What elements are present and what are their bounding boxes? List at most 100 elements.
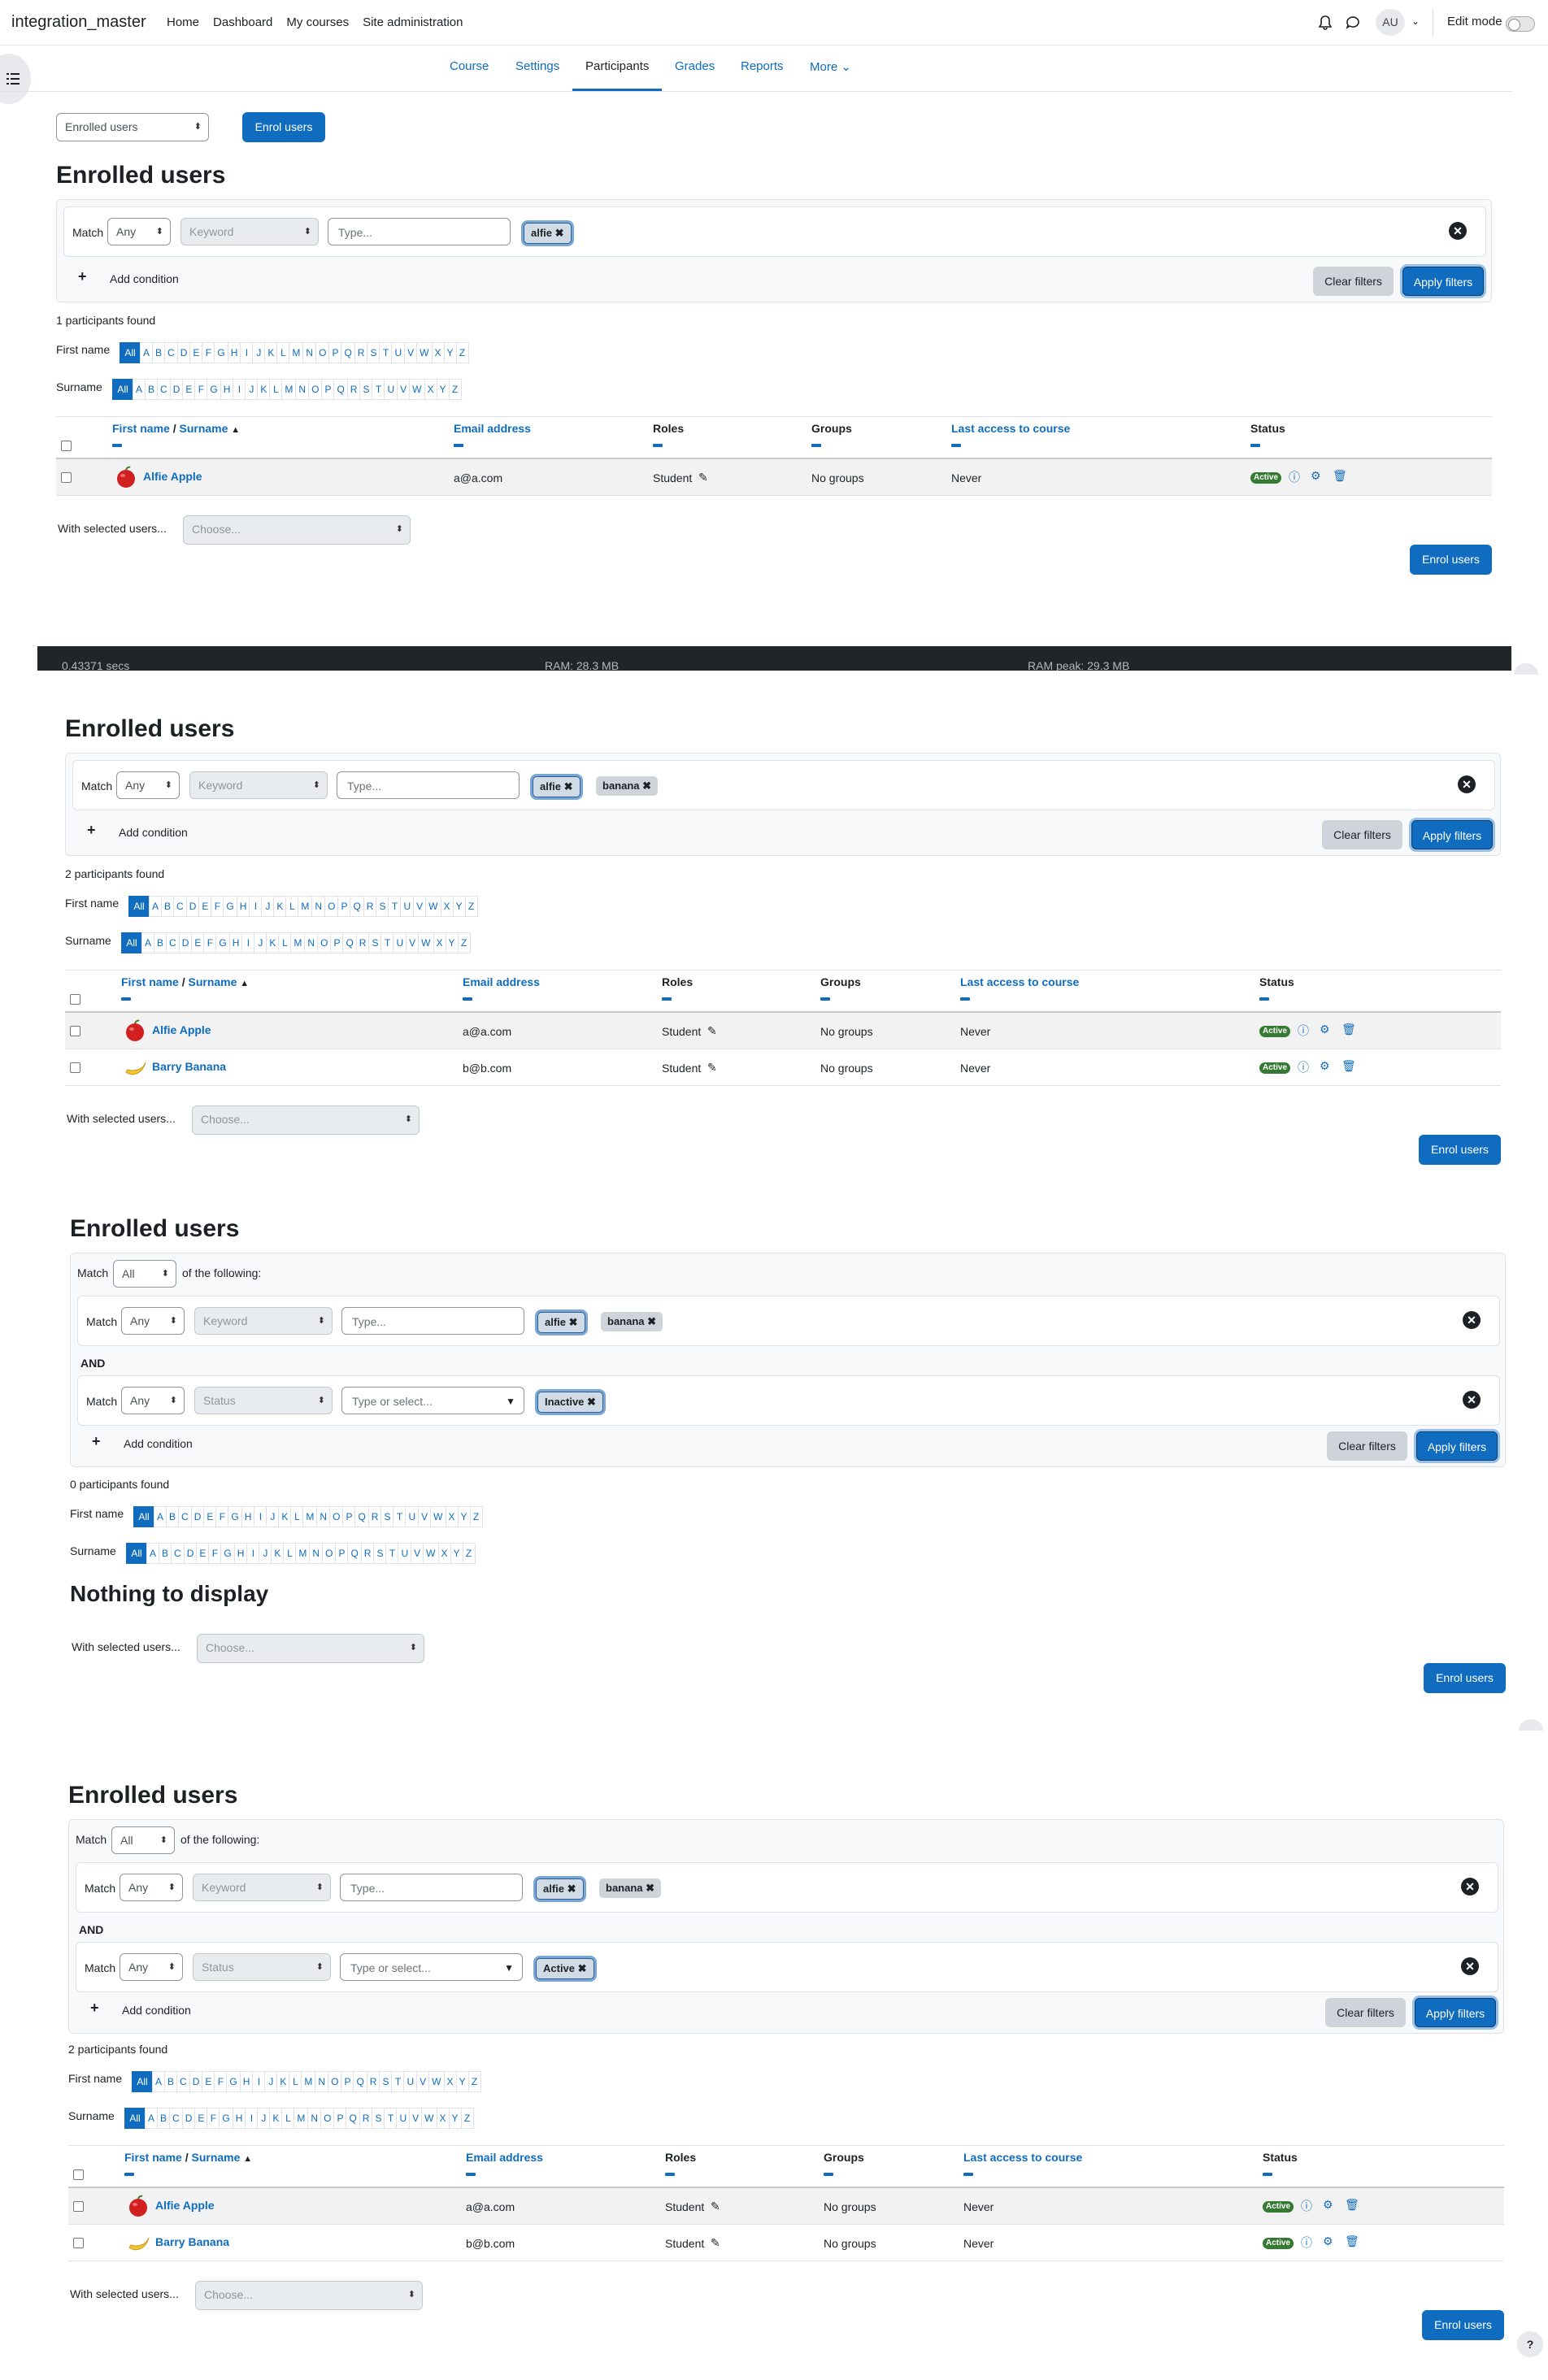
initial-letter-button[interactable]: W (421, 2108, 437, 2129)
collapse-column-icon[interactable] (1250, 444, 1260, 447)
initial-letter-button[interactable]: V (413, 896, 427, 917)
gear-icon[interactable]: ⚙ (1323, 2235, 1333, 2248)
filter-tag-banana[interactable]: banana ✖ (596, 776, 659, 796)
remove-filter-row-icon[interactable]: ✕ (1458, 775, 1476, 793)
enrol-users-button-bottom[interactable]: Enrol users (1422, 2310, 1504, 2340)
initial-letter-button[interactable]: G (207, 379, 221, 400)
initial-letter-button[interactable]: V (418, 1506, 432, 1527)
user-avatar[interactable]: AU (1376, 9, 1405, 36)
keyword-input[interactable]: Type... (340, 1874, 523, 1901)
edit-roles-pencil-icon[interactable]: ✎ (711, 2200, 720, 2213)
initial-letter-button[interactable]: W (418, 932, 434, 953)
initial-letter-button[interactable]: W (428, 2071, 445, 2092)
initial-letter-button[interactable]: L (276, 342, 290, 363)
remove-tag-icon[interactable]: ✖ (587, 1396, 596, 1408)
add-icon[interactable]: + (87, 822, 96, 839)
initial-letter-button[interactable]: V (409, 2108, 423, 2129)
user-name-link[interactable]: Alfie Apple (155, 2199, 215, 2212)
match-all-select[interactable]: All (111, 1826, 175, 1854)
initial-letter-button[interactable]: P (330, 932, 344, 953)
column-header-email[interactable]: Email address (466, 2151, 543, 2164)
row-checkbox[interactable] (73, 2201, 84, 2212)
column-header-email[interactable]: Email address (463, 975, 540, 988)
initial-letter-button[interactable]: O (328, 2071, 342, 2092)
add-icon[interactable]: + (92, 1433, 101, 1450)
info-icon[interactable]: ⓘ (1301, 2235, 1312, 2251)
filter-type-select[interactable]: Keyword (189, 771, 328, 799)
initial-letter-button[interactable]: D (189, 2071, 203, 2092)
initial-letter-button[interactable]: L (283, 1543, 297, 1564)
filter-type-select[interactable]: Keyword (193, 1874, 331, 1901)
initial-letter-button[interactable]: F (202, 342, 215, 363)
initial-letter-button[interactable]: Y (452, 896, 466, 917)
edit-roles-pencil-icon[interactable]: ✎ (707, 1061, 717, 1075)
help-icon[interactable]: ? (1517, 2331, 1543, 2357)
initial-letter-button[interactable]: Z (455, 342, 469, 363)
initial-letter-button[interactable]: G (214, 342, 228, 363)
initial-letter-button[interactable]: P (341, 2071, 354, 2092)
match-any-select[interactable]: Any (121, 1307, 185, 1335)
user-name-link[interactable]: Alfie Apple (152, 1023, 211, 1036)
initial-letter-button[interactable]: I (254, 1506, 267, 1527)
collapse-column-icon[interactable] (653, 444, 663, 447)
collapse-column-icon[interactable] (121, 997, 131, 1001)
info-icon[interactable]: ⓘ (1298, 1059, 1309, 1075)
collapse-column-icon[interactable] (124, 2173, 134, 2176)
edit-mode-toggle[interactable] (1506, 16, 1535, 32)
initial-letter-button[interactable]: A (145, 2108, 159, 2129)
initial-letter-button[interactable]: O (315, 342, 330, 363)
initial-letter-button[interactable]: E (194, 2108, 208, 2129)
initial-letter-button[interactable]: F (203, 932, 217, 953)
remove-tag-icon[interactable]: ✖ (555, 227, 564, 239)
add-icon[interactable]: + (90, 2000, 99, 2017)
trash-icon[interactable]: 🗑 (1341, 1059, 1356, 1073)
collapse-column-icon[interactable] (665, 2173, 675, 2176)
trash-icon[interactable]: 🗑 (1341, 1023, 1356, 1036)
initial-letter-button[interactable]: I (252, 2071, 266, 2092)
initial-letter-button[interactable]: O (317, 932, 332, 953)
initial-letter-button[interactable]: G (220, 1543, 235, 1564)
trash-icon[interactable]: 🗑 (1345, 2235, 1359, 2248)
initial-letter-button[interactable]: T (372, 379, 385, 400)
sort-surname-link[interactable]: Surname (179, 422, 228, 435)
user-name-link[interactable]: Barry Banana (155, 2235, 229, 2248)
initial-letter-button[interactable]: X (431, 342, 445, 363)
initial-letter-button[interactable]: A (146, 1543, 160, 1564)
initial-letter-button[interactable]: X (440, 896, 454, 917)
initial-letter-button[interactable]: J (261, 896, 275, 917)
edit-roles-pencil-icon[interactable]: ✎ (707, 1024, 717, 1038)
initial-letter-button[interactable]: L (290, 1506, 304, 1527)
remove-tag-icon[interactable]: ✖ (646, 1882, 654, 1894)
initial-letter-button[interactable]: W (425, 896, 441, 917)
enrolled-users-select[interactable]: Enrolled users (56, 113, 209, 141)
user-name-link[interactable]: Alfie Apple (143, 470, 202, 483)
initial-letter-button[interactable]: D (169, 379, 184, 400)
initial-letter-button[interactable]: R (354, 342, 368, 363)
initial-letter-button[interactable]: N (309, 1543, 324, 1564)
tab-course[interactable]: Course (450, 59, 489, 73)
initial-letter-button[interactable]: I (233, 379, 246, 400)
column-header-name[interactable]: First name / Surname ▲ (124, 2151, 252, 2164)
initial-letter-button[interactable]: Q (341, 342, 355, 363)
initial-letter-button[interactable]: R (346, 379, 361, 400)
filter-tag-inactive[interactable]: Inactive ✖ (537, 1392, 603, 1413)
initial-letter-button[interactable]: E (202, 2071, 215, 2092)
remove-tag-icon[interactable]: ✖ (578, 1962, 587, 1974)
edit-roles-pencil-icon[interactable]: ✎ (698, 471, 708, 484)
collapse-column-icon[interactable] (463, 997, 472, 1001)
add-condition-link[interactable]: Add condition (110, 272, 179, 285)
initial-letter-button[interactable]: X (433, 932, 446, 953)
initial-letter-button[interactable]: W (416, 342, 433, 363)
initial-letter-button[interactable]: I (249, 896, 263, 917)
initial-letter-button[interactable]: S (380, 1506, 394, 1527)
initial-letter-button[interactable]: Y (455, 2071, 469, 2092)
gear-icon[interactable]: ⚙ (1320, 1023, 1330, 1036)
initial-all-button[interactable]: All (133, 1506, 154, 1527)
initial-letter-button[interactable]: R (359, 2108, 373, 2129)
initial-letter-button[interactable]: G (228, 1506, 242, 1527)
initial-letter-button[interactable]: K (257, 379, 271, 400)
initial-letter-button[interactable]: C (176, 2071, 190, 2092)
initial-letter-button[interactable]: N (302, 342, 317, 363)
apply-filters-button[interactable]: Apply filters (1415, 1998, 1496, 2027)
initial-letter-button[interactable]: J (252, 342, 266, 363)
